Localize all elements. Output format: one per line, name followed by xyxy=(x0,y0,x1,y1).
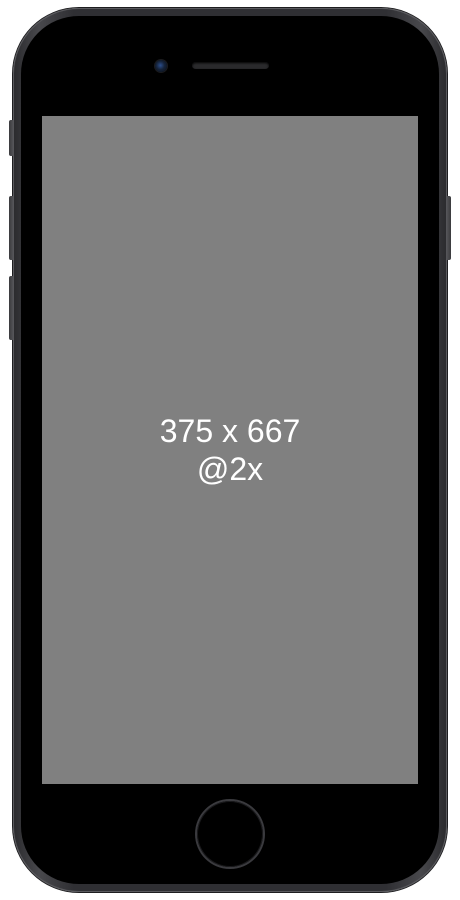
resolution-text: 375 x 667 xyxy=(159,413,301,449)
volume-down-button xyxy=(9,276,14,340)
screen-size-label: 375 x 667 @2x xyxy=(160,412,301,488)
front-camera-icon xyxy=(155,60,167,72)
mute-switch xyxy=(9,120,14,156)
earpiece-speaker-icon xyxy=(192,62,269,69)
volume-up-button xyxy=(9,196,14,260)
scale-text: @2x xyxy=(196,451,264,487)
phone-screen: 375 x 667 @2x xyxy=(42,116,418,784)
home-button-icon[interactable] xyxy=(197,801,263,867)
power-button xyxy=(446,196,451,260)
